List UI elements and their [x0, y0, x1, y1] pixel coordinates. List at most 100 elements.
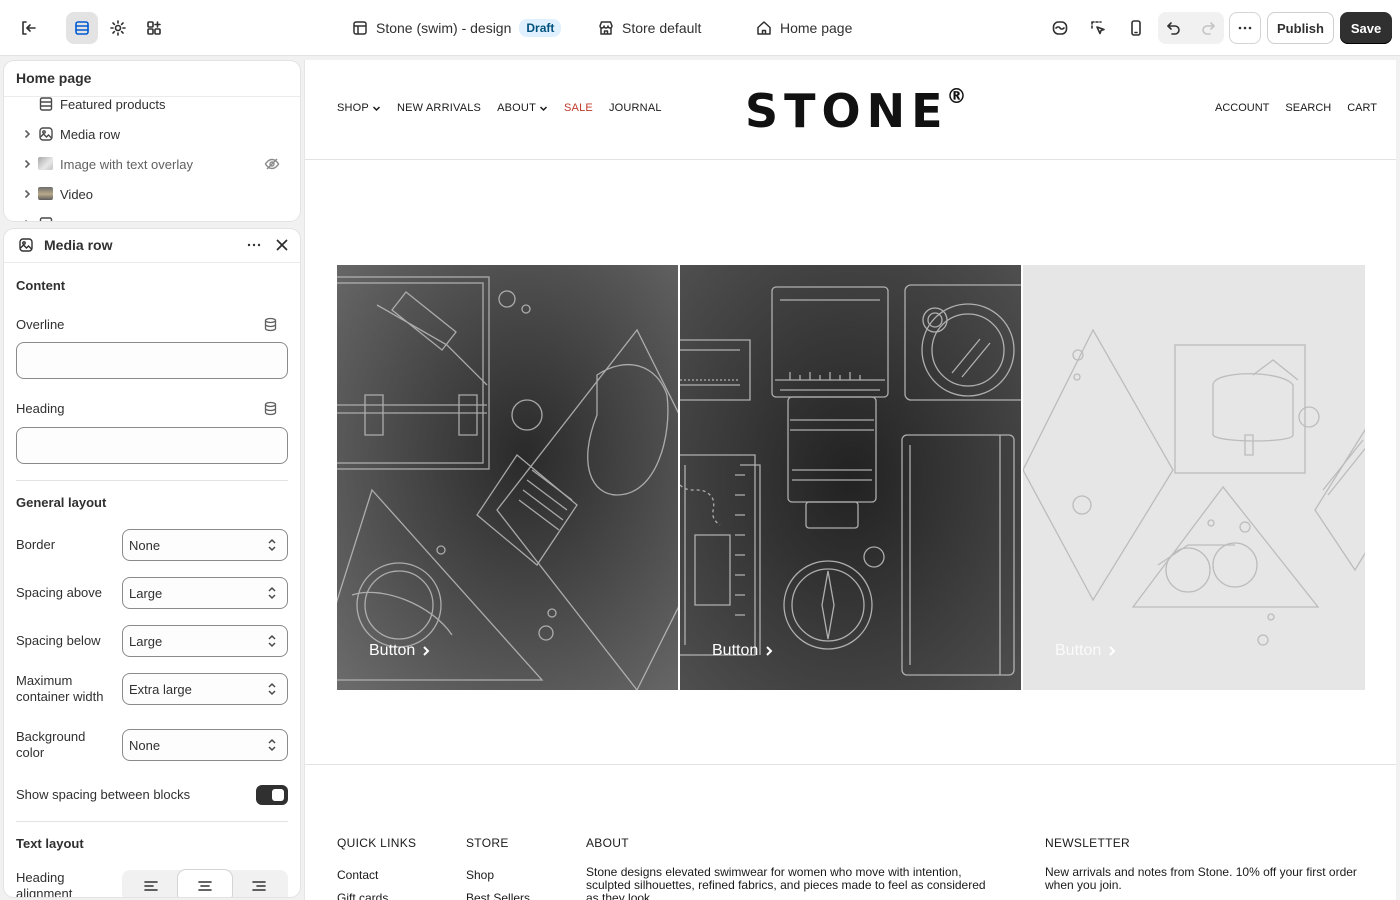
chevron-right-icon[interactable]	[21, 158, 33, 170]
media-tile[interactable]: Button	[337, 265, 678, 690]
sections-button[interactable]	[66, 12, 98, 44]
heading-alignment-control	[122, 870, 288, 897]
tile-button[interactable]: Button	[369, 642, 431, 660]
spacing-between-blocks-toggle[interactable]	[256, 785, 288, 805]
exit-button[interactable]	[12, 12, 44, 44]
spacing-above-select[interactable]: Large	[122, 577, 288, 609]
editor-topbar: Stone (swim) - design Draft Store defaul…	[0, 0, 1400, 56]
settings-title: Media row	[44, 237, 113, 253]
chevron-right-icon[interactable]	[21, 188, 33, 200]
camera-illustration	[680, 265, 1021, 690]
more-horizontal-icon	[1238, 26, 1252, 30]
background-color-label: Background color	[16, 729, 86, 760]
overline-input[interactable]	[16, 342, 288, 379]
media-icon	[38, 126, 54, 142]
tree-item-featured-products[interactable]: Featured products	[4, 89, 300, 119]
undo-button[interactable]	[1158, 12, 1190, 44]
nav-cart[interactable]: CART	[1347, 102, 1377, 114]
general-layout-heading: General layout	[16, 495, 107, 510]
redo-button[interactable]	[1192, 12, 1224, 44]
nav-about[interactable]: ABOUT	[497, 102, 548, 114]
save-button[interactable]: Save	[1340, 12, 1392, 44]
media-tile[interactable]: Button	[1023, 265, 1365, 690]
tile-button[interactable]: Button	[712, 642, 774, 660]
video-thumbnail	[38, 187, 53, 200]
heading-input[interactable]	[16, 427, 288, 464]
media-tile[interactable]: Button	[680, 265, 1021, 690]
nav-new-arrivals[interactable]: NEW ARRIVALS	[397, 102, 481, 114]
footer-link-gift-cards[interactable]: Gift cards	[337, 891, 416, 900]
chevron-right-icon[interactable]	[21, 218, 33, 221]
footer-quick-links: QUICK LINKS Contact Gift cards	[337, 836, 416, 900]
mobile-preview-button[interactable]	[1120, 12, 1152, 44]
section-more-button[interactable]	[242, 235, 266, 255]
spacing-below-value: Large	[129, 634, 163, 649]
heading-label: Heading	[16, 401, 65, 416]
eye-hidden-icon[interactable]	[264, 156, 280, 172]
spacing-below-select[interactable]: Large	[122, 625, 288, 657]
page-context-label: Home page	[780, 20, 853, 36]
max-width-select[interactable]: Extra large	[122, 673, 288, 705]
heading-alignment-label: Heading alignment	[16, 870, 73, 897]
footer-heading: STORE	[466, 836, 509, 850]
tree-item-image-with-text-overlay[interactable]: Image with text overlay	[4, 149, 300, 179]
product-list-icon	[38, 96, 54, 112]
media-row-section[interactable]: Button Button Button	[337, 265, 1365, 690]
inspector-button[interactable]	[1082, 12, 1114, 44]
dynamic-source-icon[interactable]	[263, 401, 279, 417]
bag-illustration	[337, 265, 678, 690]
background-color-select[interactable]: None	[122, 729, 288, 761]
chevron-right-icon	[766, 646, 773, 656]
main-navigation: SHOP NEW ARRIVALS ABOUT SALE JOURNAL	[337, 102, 662, 114]
header-divider	[305, 159, 1396, 160]
nav-shop[interactable]: SHOP	[337, 102, 381, 114]
tree-item-media-row[interactable]: Media row	[4, 119, 300, 149]
content-heading: Content	[16, 278, 66, 293]
store-logo[interactable]: STONE®	[745, 84, 967, 138]
nav-sale[interactable]: SALE	[564, 102, 593, 114]
chevron-right-icon[interactable]	[21, 128, 33, 140]
more-horizontal-icon	[247, 243, 261, 247]
draft-badge: Draft	[519, 19, 562, 37]
footer-link-contact[interactable]: Contact	[337, 868, 416, 882]
divider	[4, 262, 300, 263]
theme-selector[interactable]: Stone (swim) - design Draft	[352, 14, 562, 42]
footer-about: ABOUT Stone designs elevated swimwear fo…	[586, 836, 991, 900]
tree-item-label: Video	[60, 187, 94, 202]
nav-journal[interactable]: JOURNAL	[609, 102, 662, 114]
theme-settings-button[interactable]	[102, 12, 134, 44]
tile-button[interactable]: Button	[1055, 642, 1117, 660]
divider	[16, 821, 288, 822]
home-icon	[757, 21, 771, 35]
nav-search[interactable]: SEARCH	[1285, 102, 1331, 114]
overline-label: Overline	[16, 317, 65, 332]
align-right-button[interactable]	[232, 870, 286, 897]
footer-heading: ABOUT	[586, 836, 629, 850]
store-context-selector[interactable]: Store default	[598, 14, 701, 42]
footer-link-best-sellers[interactable]: Best Sellers	[466, 891, 530, 900]
select-arrows-icon	[268, 682, 276, 696]
dynamic-source-icon[interactable]	[263, 317, 279, 333]
utility-navigation: ACCOUNT SEARCH CART	[1215, 102, 1377, 114]
footer-link-shop[interactable]: Shop	[466, 868, 530, 882]
close-settings-button[interactable]	[272, 235, 292, 255]
tree-title: Home page	[16, 70, 92, 86]
store-icon	[599, 21, 613, 35]
publish-button[interactable]: Publish	[1267, 12, 1334, 44]
align-left-button[interactable]	[124, 870, 178, 897]
ai-assist-button[interactable]	[1044, 12, 1076, 44]
more-actions-button[interactable]	[1229, 12, 1261, 44]
tree-item-video[interactable]: Video	[4, 179, 300, 209]
align-center-button[interactable]	[178, 870, 232, 897]
tree-item-partial[interactable]	[4, 209, 300, 221]
border-select[interactable]: None	[122, 529, 288, 561]
nav-account[interactable]: ACCOUNT	[1215, 102, 1269, 114]
border-label: Border	[16, 537, 56, 552]
page-selector[interactable]: Home page	[756, 14, 852, 42]
app-embeds-button[interactable]	[138, 12, 170, 44]
footer-heading: NEWSLETTER	[1045, 836, 1131, 850]
footer-newsletter-text: New arrivals and notes from Stone. 10% o…	[1045, 865, 1357, 892]
footer-newsletter: NEWSLETTER New arrivals and notes from S…	[1045, 836, 1365, 892]
apps-icon	[147, 21, 161, 35]
exit-icon	[22, 21, 36, 35]
